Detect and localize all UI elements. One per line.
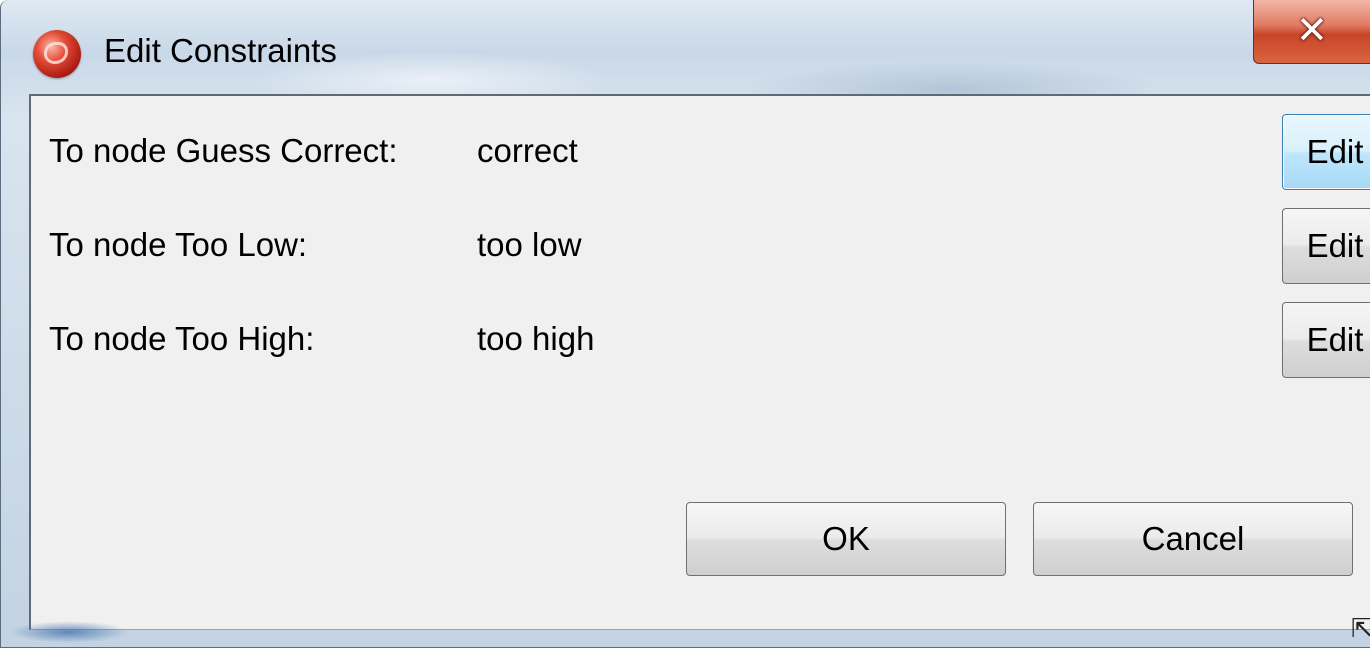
constraint-label-too-low: To node Too Low: xyxy=(49,226,308,263)
constraint-label-guess-correct: To node Guess Correct: xyxy=(49,132,398,169)
cancel-button[interactable]: Cancel xyxy=(1033,502,1353,576)
title-bar[interactable]: Edit Constraints ✕ xyxy=(1,0,1370,94)
constraint-value-too-high: too high xyxy=(477,320,595,357)
close-button[interactable]: ✕ xyxy=(1253,0,1370,64)
close-icon: ✕ xyxy=(1296,8,1328,52)
edit-button-guess-correct[interactable]: Edit xyxy=(1282,114,1370,190)
resize-grip-icon[interactable]: ⇱ xyxy=(1351,614,1370,644)
constraint-label-too-high: To node Too High: xyxy=(49,320,315,357)
window-title: Edit Constraints xyxy=(104,32,337,69)
edit-button-too-high[interactable]: Edit xyxy=(1282,302,1370,378)
constraint-value-too-low: too low xyxy=(477,226,582,263)
edit-button-too-low[interactable]: Edit xyxy=(1282,208,1370,284)
dialog-window: Edit Constraints ✕ To node Guess Correct… xyxy=(0,0,1370,648)
ok-button[interactable]: OK xyxy=(686,502,1006,576)
constraint-value-guess-correct: correct xyxy=(477,132,578,169)
app-logo-icon xyxy=(33,30,81,78)
dialog-content: To node Guess Correct: correct Edit To n… xyxy=(29,94,1370,630)
